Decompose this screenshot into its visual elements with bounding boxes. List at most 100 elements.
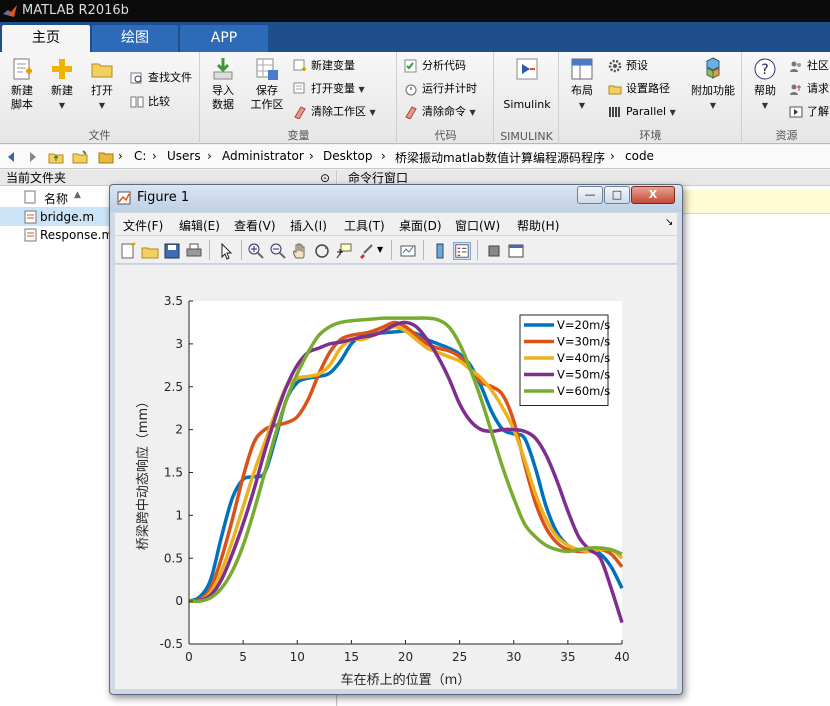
minimize-button[interactable]: — <box>577 186 603 204</box>
chevron-down-icon: ▼ <box>669 108 676 117</box>
request-support-button[interactable]: 请求 <box>789 79 829 99</box>
save-workspace-icon <box>256 58 278 80</box>
show-plot-tools-icon[interactable] <box>507 242 525 260</box>
file-type-column-icon <box>24 190 36 204</box>
svg-text:?: ? <box>761 62 768 78</box>
new-script-button[interactable]: 新建 脚本 <box>2 56 42 112</box>
close-button[interactable]: X <box>631 186 675 204</box>
crumb-desktop[interactable]: Desktop <box>323 149 373 163</box>
import-data-button[interactable]: 导入 数据 <box>203 56 243 112</box>
tab-plots[interactable]: 绘图 <box>92 25 178 52</box>
preferences-button[interactable]: 预设 <box>608 56 648 76</box>
learn-button[interactable]: 了解 <box>789 102 829 122</box>
find-files-button[interactable]: 查找文件 <box>130 68 192 88</box>
menu-insert[interactable]: 插入(I) <box>290 217 327 234</box>
hide-plot-tools-icon[interactable] <box>485 242 503 260</box>
save-icon[interactable] <box>163 242 181 260</box>
y-tick-label: 3.5 <box>164 294 183 308</box>
pan-icon[interactable] <box>291 242 309 260</box>
y-tick-label: 3 <box>175 337 183 351</box>
parallel-button[interactable]: Parallel ▼ <box>608 102 676 122</box>
column-name[interactable]: 名称 <box>44 190 68 207</box>
toolbar-separator <box>477 240 478 260</box>
import-data-icon <box>213 58 233 80</box>
zoom-out-icon[interactable] <box>269 242 287 260</box>
chevron-down-icon: ▼ <box>98 101 106 110</box>
response-line-chart[interactable]: 0 5 10 15 20 25 30 35 40-0.500.511.522.533.5车在桥上… <box>115 265 677 689</box>
legend-label-2: V=30m/s <box>557 335 610 349</box>
addons-button[interactable]: 附加功能 ▼ <box>686 56 740 113</box>
m-file-icon <box>24 228 37 242</box>
clear-commands-button[interactable]: 清除命令 ▼ <box>404 102 476 122</box>
rotate-3d-icon[interactable] <box>313 242 331 260</box>
legend-icon[interactable] <box>453 242 471 260</box>
y-tick-label: 0.5 <box>164 551 183 565</box>
layout-button[interactable]: 布局 ▼ <box>562 56 602 113</box>
crumb-administrator[interactable]: Administrator <box>222 149 304 163</box>
browse-folder-icon[interactable] <box>72 149 88 165</box>
menu-tools[interactable]: 工具(T) <box>344 217 385 234</box>
maximize-button[interactable]: □ <box>604 186 630 204</box>
menu-desktop[interactable]: 桌面(D) <box>399 217 442 234</box>
crumb-users[interactable]: Users <box>167 149 201 163</box>
new-script-icon <box>13 58 32 80</box>
group-code: 分析代码 运行并计时 清除命令 ▼ 代码 <box>398 52 494 144</box>
toolbar-separator <box>423 240 424 260</box>
compare-button[interactable]: 比较 <box>130 92 170 112</box>
set-path-button[interactable]: 设置路径 <box>608 79 670 99</box>
menu-window[interactable]: 窗口(W) <box>455 217 500 234</box>
file-name: Response.m <box>40 228 114 242</box>
open-file-icon[interactable] <box>141 242 159 260</box>
open-variable-button[interactable]: 打开变量 ▼ <box>293 79 365 99</box>
group-label-code: 代码 <box>434 129 457 142</box>
toolbar-separator <box>209 240 210 260</box>
menu-file[interactable]: 文件(F) <box>123 217 163 234</box>
crumb-code[interactable]: code <box>625 149 654 163</box>
up-folder-icon[interactable] <box>48 149 64 165</box>
pointer-icon[interactable] <box>217 242 235 260</box>
crumb-separator-icon: › <box>207 149 212 163</box>
simulink-button[interactable]: Simulink <box>499 56 555 112</box>
colorbar-icon[interactable] <box>431 242 449 260</box>
legend-label-1: V=20m/s <box>557 318 610 332</box>
link-plot-icon[interactable] <box>399 242 417 260</box>
crumb-drive[interactable]: C: <box>134 149 146 163</box>
x-tick-label: 25 <box>452 650 467 664</box>
menu-help[interactable]: 帮助(H) <box>517 217 559 234</box>
forward-arrow-icon[interactable] <box>24 149 40 165</box>
menu-overflow-icon[interactable]: ↘ <box>665 217 673 228</box>
help-button[interactable]: ? 帮助 ▼ <box>745 56 785 113</box>
group-simulink: Simulink SIMULINK <box>495 52 559 144</box>
save-workspace-button[interactable]: 保存 工作区 <box>245 56 289 112</box>
clear-workspace-button[interactable]: 清除工作区 ▼ <box>293 102 376 122</box>
tab-apps[interactable]: APP <box>180 25 268 52</box>
chevron-down-icon[interactable]: ▼ <box>377 245 383 254</box>
print-icon[interactable] <box>185 242 203 260</box>
group-variable: 导入 数据 保存 工作区 新建变量 打开变量 ▼ 清除工作区 ▼ 变量 <box>201 52 397 144</box>
group-environment: 布局 ▼ 预设 设置路径 Parallel ▼ 附加功能 ▼ 环境 <box>560 52 742 144</box>
x-tick-label: 0 <box>185 650 193 664</box>
menu-view[interactable]: 查看(V) <box>234 217 276 234</box>
x-tick-label: 15 <box>344 650 359 664</box>
brush-icon[interactable] <box>357 242 375 260</box>
analyze-code-button[interactable]: 分析代码 <box>404 56 466 76</box>
legend-label-4: V=50m/s <box>557 368 610 382</box>
new-button[interactable]: 新建 ▼ <box>42 56 82 113</box>
new-figure-icon[interactable] <box>119 242 137 260</box>
open-button[interactable]: 打开 ▼ <box>82 56 122 113</box>
menu-edit[interactable]: 编辑(E) <box>179 217 220 234</box>
analyze-code-icon <box>404 59 417 73</box>
tab-home[interactable]: 主页 <box>2 25 90 52</box>
chevron-down-icon: ▼ <box>58 101 66 110</box>
community-button[interactable]: 社区 <box>789 56 829 76</box>
folder-icon <box>98 152 114 164</box>
folder-open-icon <box>91 63 113 78</box>
zoom-in-icon[interactable] <box>247 242 265 260</box>
y-tick-label: 2.5 <box>164 380 183 394</box>
run-and-time-button[interactable]: 运行并计时 <box>404 79 477 99</box>
data-cursor-icon[interactable] <box>335 242 353 260</box>
figure-titlebar[interactable]: Figure 1 — □ X <box>110 185 682 212</box>
back-arrow-icon[interactable] <box>4 149 20 165</box>
crumb-project-folder[interactable]: 桥梁振动matlab数值计算编程源码程序 <box>395 149 605 166</box>
new-variable-button[interactable]: 新建变量 <box>293 56 355 76</box>
